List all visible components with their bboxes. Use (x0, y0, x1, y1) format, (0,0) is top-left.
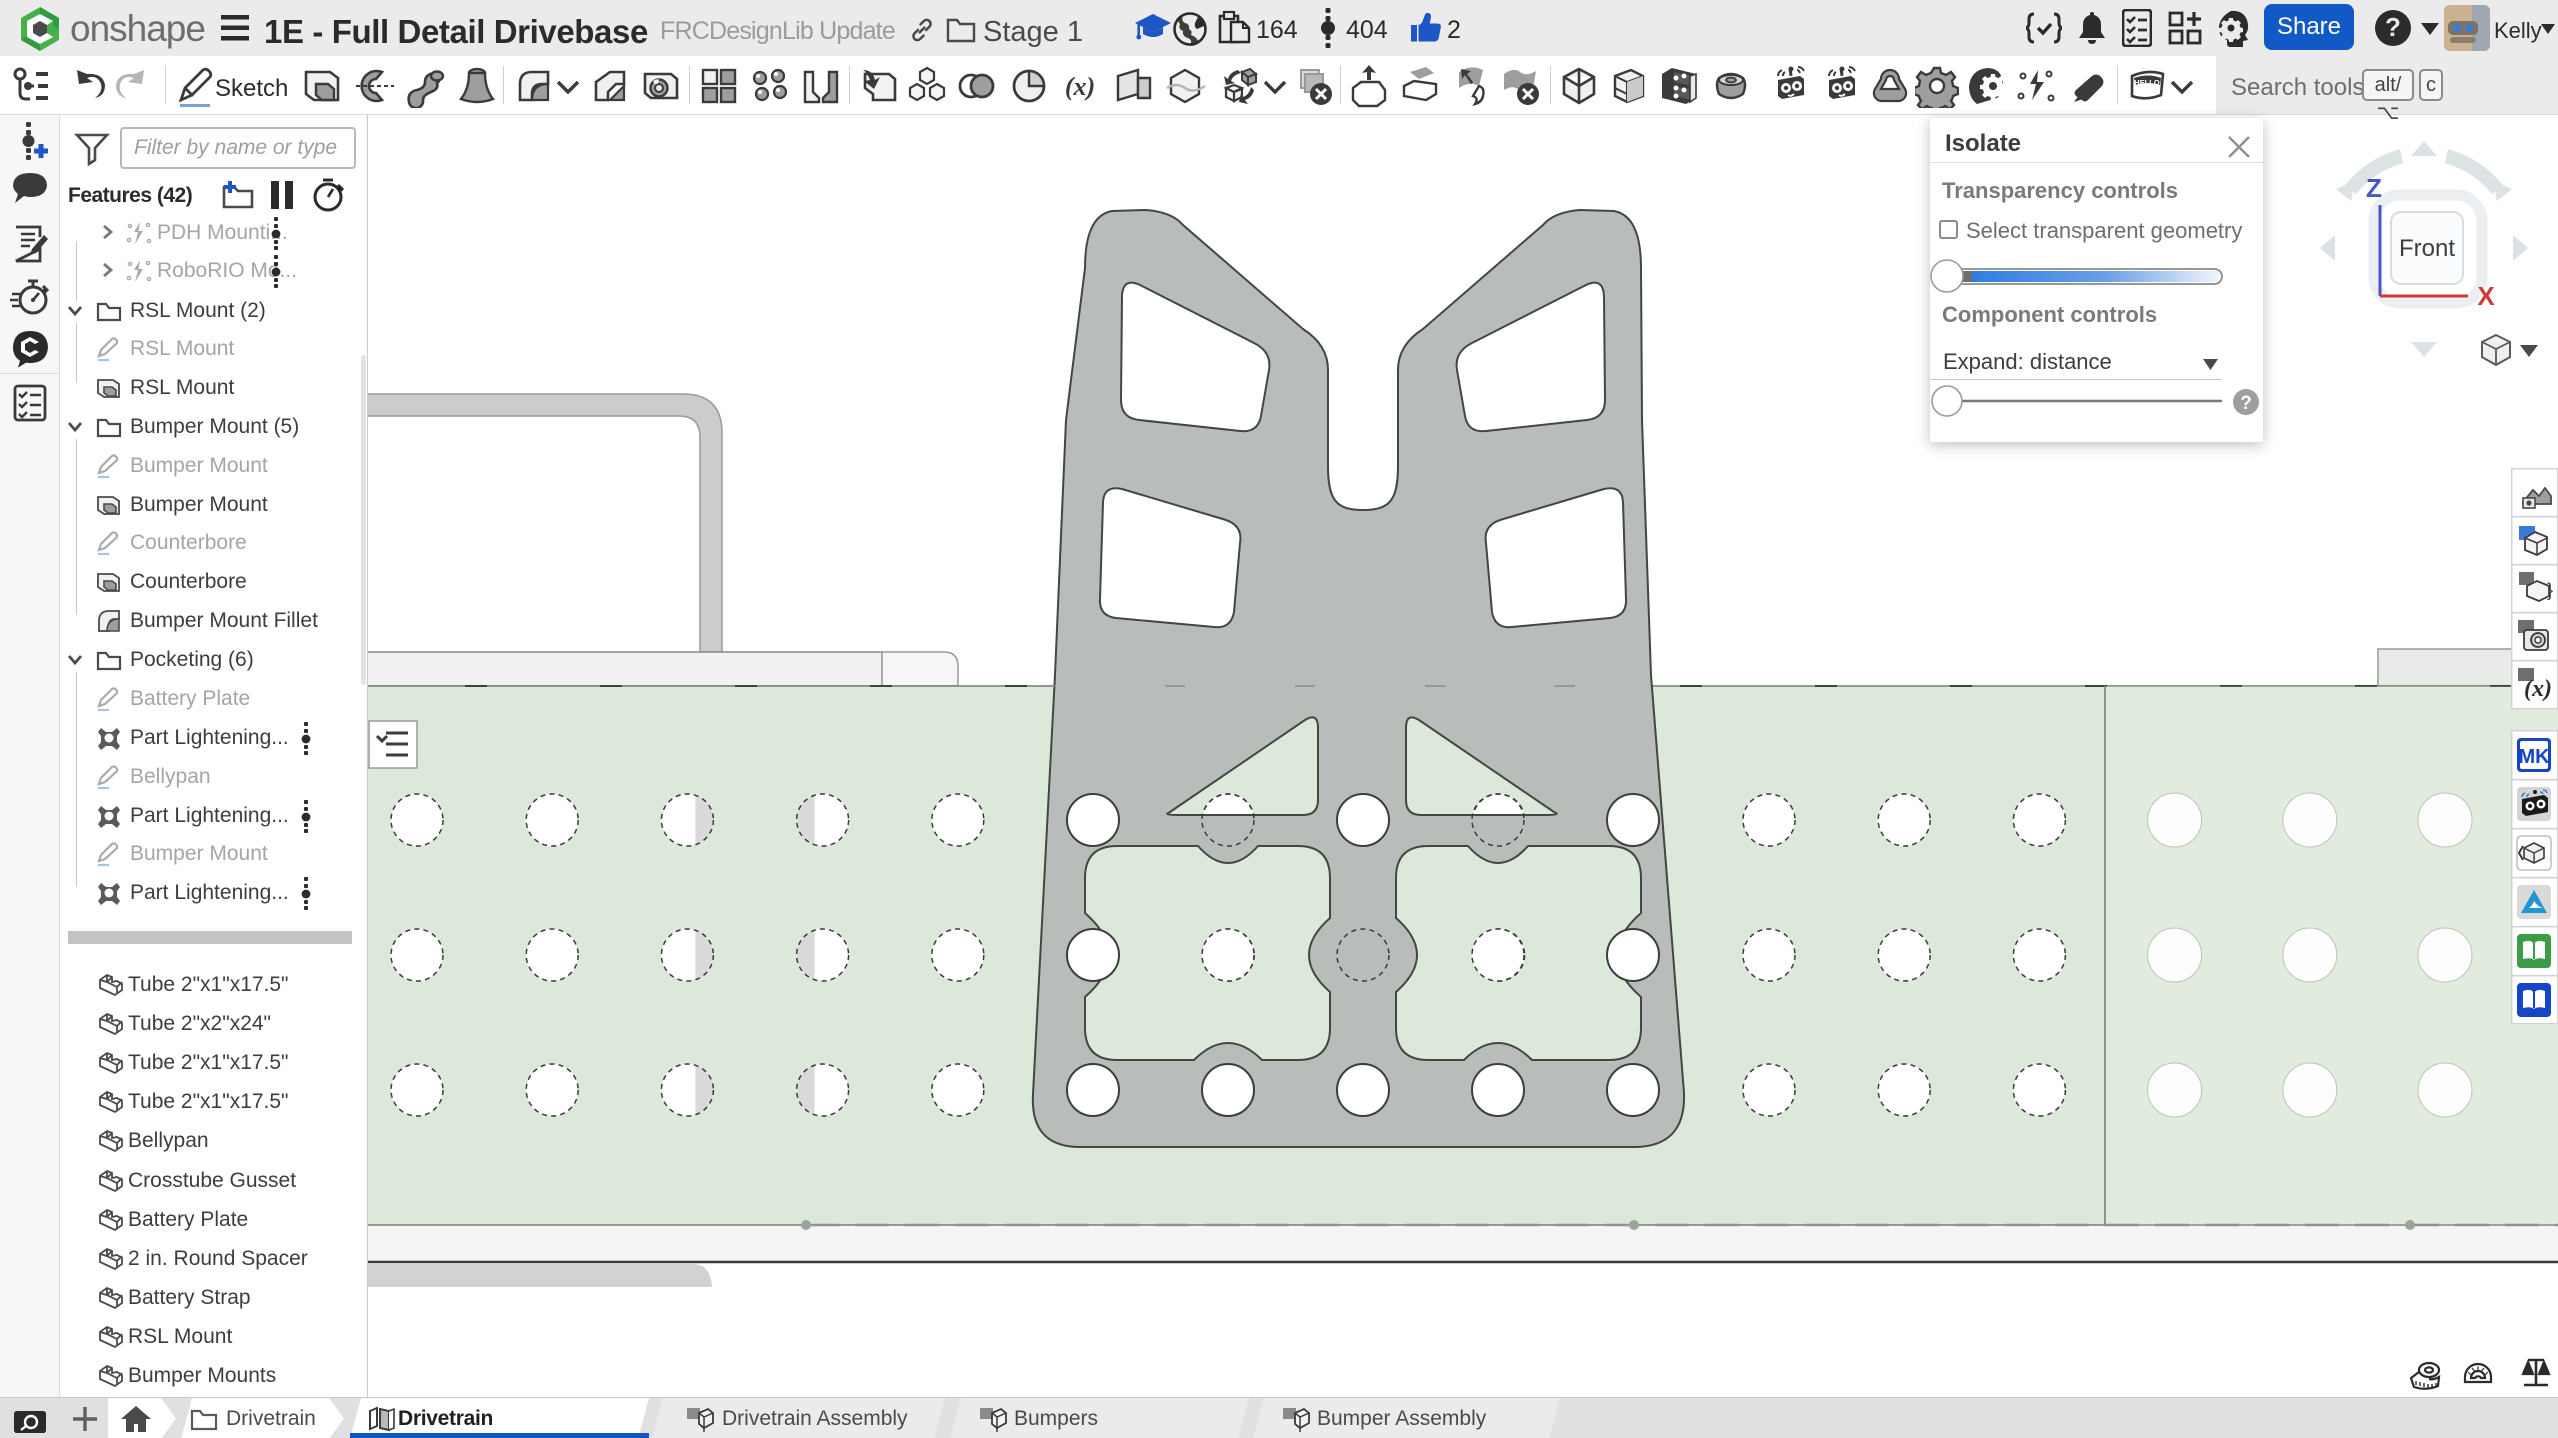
svg-text:?: ? (2240, 393, 2252, 414)
svg-text:(x): (x) (2524, 676, 2552, 702)
svg-text:Z: Z (2366, 173, 2382, 203)
svg-text:}: } (2547, 580, 2553, 600)
svg-text:MK: MK (2518, 746, 2550, 768)
svg-text:(x): (x) (1065, 72, 1095, 101)
svg-text:X: X (2477, 281, 2495, 311)
svg-text:?: ? (2385, 12, 2401, 42)
svg-text:Front: Front (2399, 235, 2455, 262)
svg-text:HELLO: HELLO (2134, 78, 2160, 87)
